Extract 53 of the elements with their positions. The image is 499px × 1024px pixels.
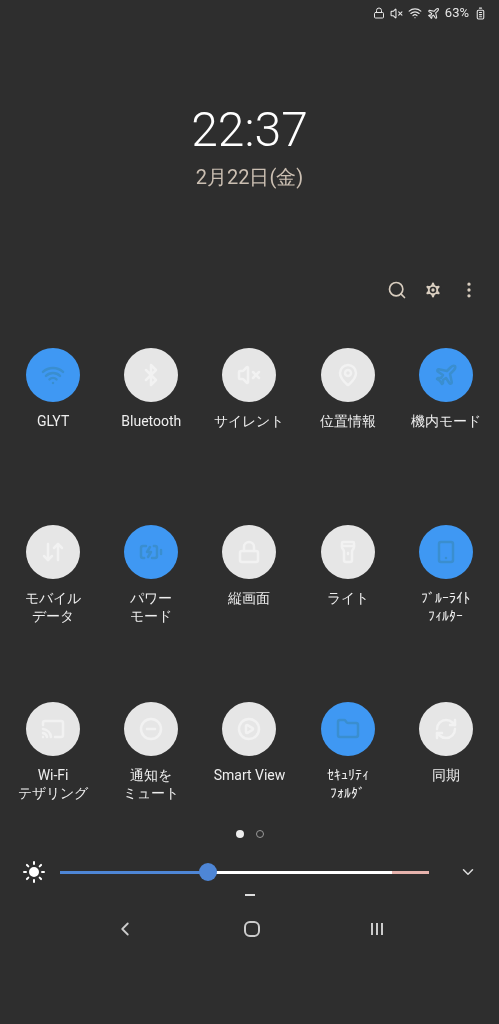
toggle-label: Bluetooth: [121, 412, 182, 430]
toggle-label: 位置情報: [319, 412, 376, 430]
airplane-icon: [426, 6, 440, 20]
search-icon[interactable]: [387, 280, 407, 300]
clock-date: 2月22日(金): [195, 164, 304, 191]
toggle-label: モード: [130, 607, 173, 625]
toggle-label: ﾌｫﾙﾀﾞ: [330, 784, 366, 802]
quick-toggle[interactable]: [26, 348, 81, 402]
mute-icon: [389, 6, 403, 20]
quick-toggle[interactable]: [124, 525, 179, 579]
quick-toggle[interactable]: [320, 348, 375, 402]
quick-toggle[interactable]: [418, 525, 473, 579]
toggle-label: ミュート: [123, 784, 180, 802]
toggle-label: Smart View: [213, 766, 286, 784]
quick-toggle[interactable]: [26, 525, 81, 579]
settings-icon[interactable]: [423, 280, 443, 300]
wifi-icon: [407, 6, 422, 20]
recents-icon[interactable]: [368, 921, 385, 937]
slider-thumb[interactable]: [198, 863, 217, 881]
toggle-label: ｾｷｭﾘﾃｨ: [326, 766, 369, 784]
toggle-label: テザリング: [18, 784, 89, 802]
quick-toggle[interactable]: [222, 348, 277, 402]
toggle-label: パワー: [130, 589, 173, 607]
toggle-label: サイレント: [214, 412, 285, 430]
brightness-slider[interactable]: [60, 863, 429, 881]
toggle-label: 機内モード: [410, 412, 481, 430]
toggle-label: 通知を: [130, 766, 173, 784]
toggle-label: ﾌｨﾙﾀｰ: [428, 607, 464, 625]
battery-icon: [474, 6, 487, 20]
quick-toggle[interactable]: [320, 525, 375, 579]
battery-percent: 63%: [444, 4, 469, 23]
quick-toggle[interactable]: [418, 702, 473, 756]
quick-toggle[interactable]: [222, 702, 277, 756]
folder-icon: [335, 717, 360, 741]
toggle-label: GLYT: [36, 412, 70, 430]
toggle-label: モバイル: [25, 589, 82, 607]
drag-handle[interactable]: [244, 894, 255, 896]
clock-time: 22:37: [191, 102, 308, 158]
toggle-label: Wi-Fi: [37, 766, 69, 784]
toggle-label: ライト: [326, 589, 369, 607]
quick-toggle[interactable]: [418, 348, 473, 402]
quick-toggle[interactable]: [124, 702, 179, 756]
toggle-label: データ: [32, 607, 75, 625]
quick-toggle[interactable]: [320, 702, 375, 756]
toggle-label: 縦画面: [228, 589, 271, 607]
home-button[interactable]: [244, 921, 261, 937]
airplane-icon: [433, 363, 458, 387]
quick-toggle[interactable]: [26, 702, 81, 756]
toggle-label: 同期: [431, 766, 460, 784]
toggle-label: ﾌﾞﾙｰﾗｲﾄ: [421, 589, 471, 607]
quick-toggle[interactable]: [124, 348, 179, 402]
quick-toggle[interactable]: [222, 525, 277, 579]
brightness-icon: [22, 860, 46, 884]
